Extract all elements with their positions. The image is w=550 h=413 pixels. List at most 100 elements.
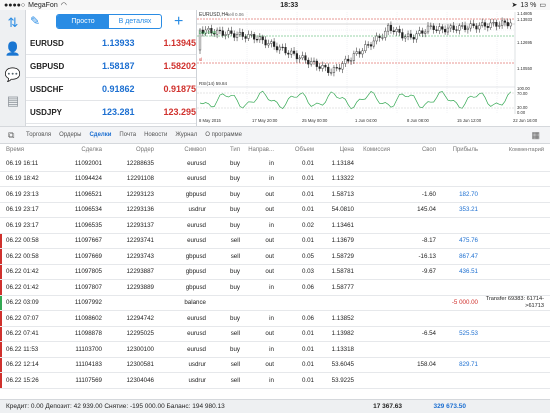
deal-id: 11097669 [74, 252, 102, 260]
table-row[interactable]: 06.22 00:58 11097669 12293743 gbpusd sell out… [0, 249, 550, 265]
window-icon[interactable]: ⧉ [8, 130, 22, 141]
deal-symbol: gbpusd [185, 190, 206, 198]
col-swap[interactable]: Своп [390, 147, 436, 153]
deal-swap: 145.04 [417, 206, 436, 214]
quote-bid: 1.58187 [102, 61, 135, 71]
rsi-level: 0.00 [517, 110, 526, 115]
table-row[interactable]: 06.22 01:42 11097805 12293887 gbpusd buy out 0… [0, 264, 550, 280]
quote-ask: 1.13945 [163, 38, 196, 48]
col-volume[interactable]: Объем [274, 147, 314, 153]
table-row[interactable]: 06.22 00:58 11097667 12293741 eurusd sell out… [0, 233, 550, 249]
table-row[interactable]: 06.22 12:14 11104183 12300581 usdrur sell out… [0, 357, 550, 373]
col-profit[interactable]: Прибыль [436, 147, 478, 153]
col-commission[interactable]: Комиссия [354, 147, 390, 153]
table-row[interactable]: 06.19 23:13 11096521 12293123 gbpusd buy out 0… [0, 187, 550, 203]
tab-about[interactable]: О программе [201, 132, 246, 138]
deal-type: sell [230, 361, 240, 369]
price-label: 1.14805 [517, 11, 533, 16]
row-status-marker [0, 326, 2, 341]
deal-order: 12293136 [126, 206, 154, 214]
date-label: 15 Jun 12:00 [457, 118, 482, 123]
deal-swap: -1.60 [421, 190, 436, 198]
price-chart[interactable]: EURUSD,H4 sell 0.06 buy 0.30 sl RSI(14) … [196, 10, 550, 126]
deal-time: 06.19 16:11 [6, 159, 39, 167]
wifi-icon: ◠ [60, 2, 67, 9]
table-row[interactable]: 06.19 18:42 11094424 12291108 eurusd buy in 0.… [0, 172, 550, 187]
price-label: 1.13933 [517, 17, 533, 22]
table-row[interactable]: 06.22 11:53 11103700 12300100 eurusd buy in 0.… [0, 342, 550, 358]
summary-text: Кредит: 0.00 Депозит: 42 939.00 Снятие: … [6, 403, 225, 410]
deal-price: 1.13852 [331, 314, 354, 322]
deal-volume: 0.01 [301, 330, 314, 338]
segment-detailed[interactable]: В деталях [109, 15, 161, 28]
col-deal[interactable]: Сделка [58, 147, 102, 153]
deal-time: 06.22 01:42 [6, 268, 39, 276]
table-row[interactable]: 06.22 07:07 11098602 12294742 eurusd buy in 0.… [0, 311, 550, 327]
col-symbol[interactable]: Символ [154, 147, 206, 153]
deal-direction: out [265, 237, 274, 245]
tab-trade[interactable]: Торговля [22, 132, 55, 138]
tab-journal[interactable]: Журнал [171, 132, 201, 138]
date-label: 8 May 2015 [199, 118, 222, 123]
col-order[interactable]: Ордер [102, 147, 154, 153]
table-row[interactable]: 06.22 07:41 11098878 12295025 eurusd sell out… [0, 326, 550, 342]
quote-row[interactable]: USDJPY 123.281 123.295 [26, 101, 196, 124]
price-label: 1.10550 [517, 66, 533, 71]
chart-header: EURUSD,H4 [199, 12, 228, 18]
table-row[interactable]: 06.19 23:17 11096534 12293136 usdrur buy out 0… [0, 203, 550, 218]
document-icon[interactable]: ▤ [0, 88, 26, 114]
deal-id: 11098878 [74, 330, 102, 338]
quote-row[interactable]: GBPUSD 1.58187 1.58202 [26, 55, 196, 78]
date-label: 25 May 00:00 [302, 118, 328, 123]
col-price[interactable]: Цена [314, 147, 354, 153]
table-row[interactable]: 06.22 03:09 11097992 balance -5 000.00 Trans… [0, 295, 550, 311]
table-row[interactable]: 06.19 23:17 11096535 12293137 eurusd buy in 0.… [0, 218, 550, 234]
tab-deals[interactable]: Сделки [85, 132, 115, 138]
table-row[interactable]: 06.19 16:11 11092001 12288635 eurusd buy in 0.… [0, 156, 550, 172]
quote-row[interactable]: USDCHF 0.91862 0.91875 [26, 78, 196, 101]
tab-mail[interactable]: Почта [115, 132, 140, 138]
summary-footer: Кредит: 0.00 Депозит: 42 939.00 Снятие: … [0, 399, 550, 413]
rsi-level: 70.00 [517, 91, 528, 96]
deal-time: 06.19 18:42 [6, 175, 39, 183]
deal-profit: -5 000.00 [451, 299, 478, 307]
table-row[interactable]: 06.22 15:26 11107569 12304046 usdrur sell in 0… [0, 373, 550, 389]
deal-profit: 867.47 [459, 252, 478, 260]
deal-direction: in [269, 175, 274, 183]
col-type[interactable]: Тип [206, 147, 240, 153]
deal-id: 11107569 [75, 376, 102, 384]
deal-price: 1.58777 [331, 283, 354, 291]
row-status-marker [0, 187, 2, 202]
deal-order: 12293741 [126, 237, 154, 245]
price-tag-icon[interactable]: ⇅ [0, 10, 26, 36]
deal-comment: Transfer 69383: 61714->61713 [485, 296, 544, 309]
segment-simple[interactable]: Просто [57, 14, 109, 28]
deal-type: sell [230, 330, 240, 338]
account-icon[interactable]: 👤 [0, 36, 26, 62]
deal-volume: 0.03 [301, 268, 314, 276]
deal-direction: out [265, 206, 274, 214]
row-status-marker [0, 357, 2, 372]
edit-icon[interactable]: ✎ [30, 14, 50, 28]
tab-news[interactable]: Новости [140, 132, 171, 138]
deal-price: 1.13322 [331, 175, 354, 183]
deal-direction: in [269, 221, 274, 229]
quote-bid: 123.281 [102, 107, 135, 117]
tab-orders[interactable]: Ордеры [55, 132, 85, 138]
deal-price: 1.58729 [331, 252, 354, 260]
col-time[interactable]: Время [0, 147, 58, 153]
date-label: 8 Jun 08:00 [407, 118, 430, 123]
table-row[interactable]: 06.22 01:42 11097807 12293889 gbpusd buy in 0.… [0, 280, 550, 296]
calendar-icon[interactable]: ▦ [531, 130, 540, 141]
deal-direction: out [265, 330, 274, 338]
deal-order: 12300581 [126, 361, 154, 369]
col-direction[interactable]: Направ... [240, 147, 274, 153]
col-comment[interactable]: Комментарий [478, 147, 548, 154]
add-symbol-icon[interactable]: + [174, 13, 183, 29]
chat-icon[interactable]: 💬 [0, 62, 26, 88]
deal-volume: 0.01 [301, 175, 314, 183]
quote-symbol: GBPUSD [30, 61, 65, 71]
deal-symbol: eurusd [187, 221, 206, 229]
deal-volume: 0.01 [301, 361, 314, 369]
quote-row[interactable]: EURUSD 1.13933 1.13945 [26, 32, 196, 55]
